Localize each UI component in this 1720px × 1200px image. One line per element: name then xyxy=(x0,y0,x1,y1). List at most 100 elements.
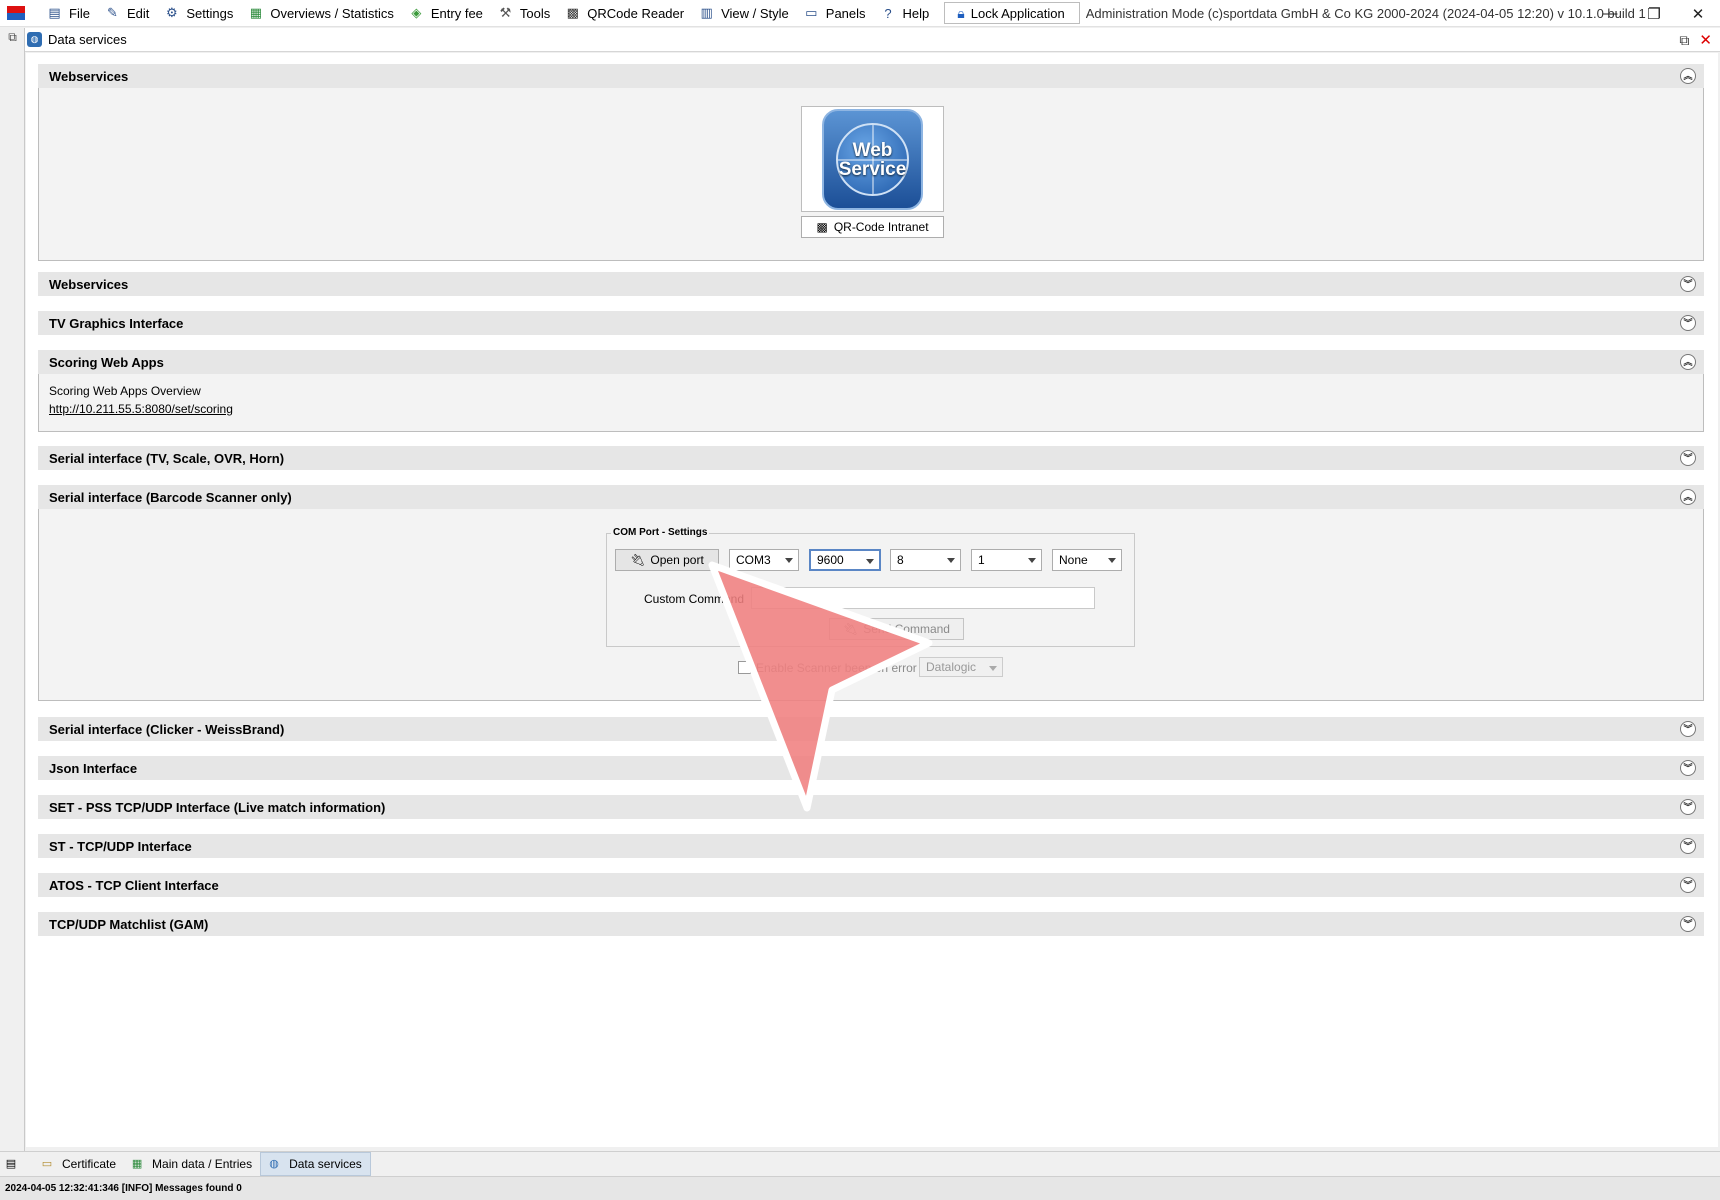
menu-edit[interactable]: ✎ Edit xyxy=(97,0,156,27)
status-bar: 2024-04-05 12:32:41:346 [INFO] Messages … xyxy=(0,1176,1720,1200)
qrcode-icon: ▩ xyxy=(816,220,828,234)
panel-header-serial-clicker[interactable]: Serial interface (Clicker - WeissBrand) … xyxy=(38,717,1704,741)
data-services-icon: ◍ xyxy=(269,1158,279,1170)
qr-code-intranet-button[interactable]: ▩ QR-Code Intranet xyxy=(801,216,944,238)
minimize-icon[interactable]: — xyxy=(1588,0,1632,27)
web-service-logo: Web Service xyxy=(822,109,923,210)
dropdown-arrow-icon xyxy=(1108,558,1116,563)
expand-icon[interactable]: ︾ xyxy=(1680,450,1696,466)
scanner-beep-checkbox[interactable] xyxy=(738,661,751,674)
close-window-icon[interactable]: ✕ xyxy=(1676,0,1720,27)
wrench-icon: ⚒ xyxy=(499,5,512,20)
left-strip: ⧉ ▤ xyxy=(0,28,25,1175)
menu-qrcode-reader[interactable]: ▩ QRCode Reader xyxy=(557,0,691,27)
certificate-icon: ▭ xyxy=(41,1158,53,1170)
close-document-icon[interactable]: ✕ xyxy=(1699,31,1712,49)
dropdown-arrow-icon xyxy=(947,558,955,563)
menu-settings[interactable]: ⚙ Settings xyxy=(156,0,240,27)
panel-header-json[interactable]: Json Interface ︾ xyxy=(38,756,1704,780)
edit-icon: ✎ xyxy=(107,5,118,20)
open-port-button[interactable]: 🔌︎ Open port xyxy=(615,549,719,571)
expand-icon[interactable]: ︾ xyxy=(1680,799,1696,815)
send-command-button[interactable]: 🔌︎ Send Command xyxy=(829,618,964,640)
scoring-overview-label: Scoring Web Apps Overview xyxy=(49,384,201,398)
custom-command-label: Custom Command xyxy=(644,592,745,606)
menu-help[interactable]: ? Help xyxy=(873,0,937,27)
qrcode-icon: ▩ xyxy=(566,5,579,20)
window-controls: — ❐ ✕ xyxy=(1588,0,1720,27)
dropdown-arrow-icon xyxy=(866,559,874,564)
document-title: Data services xyxy=(48,32,127,47)
panel-header-webservices-top[interactable]: Webservices ︽ xyxy=(38,64,1704,88)
app-logo-icon[interactable] xyxy=(7,6,25,20)
expand-icon[interactable]: ︾ xyxy=(1680,877,1696,893)
plug-icon: 🔌︎ xyxy=(843,622,859,636)
status-text: 2024-04-05 12:32:41:346 [INFO] Messages … xyxy=(5,1183,242,1194)
panel-header-tv-graphics[interactable]: TV Graphics Interface ︾ xyxy=(38,311,1704,335)
collapse-icon[interactable]: ︽ xyxy=(1680,489,1696,505)
stop-bits-select[interactable]: 1 xyxy=(971,549,1042,571)
panel-header-atos[interactable]: ATOS - TCP Client Interface ︾ xyxy=(38,873,1704,897)
document-controls: ⧉ ✕ xyxy=(1679,31,1712,50)
collapse-icon[interactable]: ︽ xyxy=(1680,354,1696,370)
document-header: ◍ Data services ⧉ ✕ xyxy=(25,28,1720,52)
dropdown-arrow-icon xyxy=(989,666,997,671)
menu-view-style[interactable]: ▥ View / Style xyxy=(691,0,796,27)
dropdown-arrow-icon xyxy=(785,558,793,563)
panel-header-st-tcp[interactable]: ST - TCP/UDP Interface ︾ xyxy=(38,834,1704,858)
panel-header-gam[interactable]: TCP/UDP Matchlist (GAM) ︾ xyxy=(38,912,1704,936)
data-icon: ▦ xyxy=(131,1158,143,1170)
parity-select[interactable]: None xyxy=(1052,549,1122,571)
panels-icon: ▭ xyxy=(805,5,818,20)
scanner-beep-label: Enable Scanner beep on error xyxy=(756,661,917,675)
help-icon: ? xyxy=(884,5,892,21)
menu-file[interactable]: ▤ File xyxy=(39,0,97,27)
web-service-tile[interactable]: Web Service xyxy=(801,106,944,212)
com-port-settings-group: COM Port - Settings 🔌︎ Open port COM3 96… xyxy=(606,527,1135,647)
expand-icon[interactable]: ︾ xyxy=(1680,276,1696,292)
expand-icon[interactable]: ︾ xyxy=(1680,838,1696,854)
panel-header-webservices[interactable]: Webservices ︾ xyxy=(38,272,1704,296)
tab-main-data[interactable]: ▦ Main data / Entries xyxy=(124,1152,260,1176)
panel-body-webservices-top: Web Service ▩ QR-Code Intranet xyxy=(38,88,1704,261)
panel-header-serial-barcode[interactable]: Serial interface (Barcode Scanner only) … xyxy=(38,485,1704,509)
menu-tools[interactable]: ⚒ Tools xyxy=(490,0,557,27)
dropdown-arrow-icon xyxy=(1028,558,1036,563)
money-icon: ◈ xyxy=(411,5,422,20)
panel-header-serial-tv[interactable]: Serial interface (TV, Scale, OVR, Horn) … xyxy=(38,446,1704,470)
menu-bar: ▤ File ✎ Edit ⚙ Settings ▦ Overviews / S… xyxy=(0,0,1720,27)
expand-icon[interactable]: ︾ xyxy=(1680,721,1696,737)
windows-list-icon[interactable]: ⧉ xyxy=(5,30,20,45)
panel-header-scoring-web-apps[interactable]: Scoring Web Apps ︽ xyxy=(38,350,1704,374)
view-icon: ▥ xyxy=(700,5,713,20)
lock-application-button[interactable]: 🔒︎ Lock Application xyxy=(944,2,1080,24)
menu-overviews[interactable]: ▦ Overviews / Statistics xyxy=(240,0,401,27)
restore-icon[interactable]: ❐ xyxy=(1632,0,1676,27)
bottom-tab-bar: ▤ ▭ Certificate ▦ Main data / Entries ◍ … xyxy=(0,1151,1720,1176)
custom-command-input[interactable] xyxy=(751,587,1095,609)
gear-icon: ⚙ xyxy=(166,5,178,20)
panels-menu-icon[interactable]: ▤ xyxy=(0,1152,34,1176)
statistics-icon: ▦ xyxy=(249,5,262,20)
expand-icon[interactable]: ︾ xyxy=(1680,916,1696,932)
baud-select[interactable]: 9600 xyxy=(809,549,881,571)
panel-body-scoring-web-apps: Scoring Web Apps Overview http://10.211.… xyxy=(38,374,1704,432)
panel-header-set-pss[interactable]: SET - PSS TCP/UDP Interface (Live match … xyxy=(38,795,1704,819)
data-services-content: Webservices ︽ Web Service ▩ QR-Code Intr… xyxy=(26,53,1718,1147)
window-title: Administration Mode (c)sportdata GmbH & … xyxy=(1085,5,1646,21)
lock-icon: 🔒︎ xyxy=(957,4,965,21)
menu-entry-fee[interactable]: ◈ Entry fee xyxy=(401,0,490,27)
tab-data-services[interactable]: ◍ Data services xyxy=(260,1151,371,1176)
data-bits-select[interactable]: 8 xyxy=(890,549,961,571)
file-icon: ▤ xyxy=(48,5,61,20)
menu-panels[interactable]: ▭ Panels xyxy=(796,0,873,27)
scanner-brand-select[interactable]: Datalogic xyxy=(919,657,1003,677)
expand-icon[interactable]: ︾ xyxy=(1680,315,1696,331)
tab-certificate[interactable]: ▭ Certificate xyxy=(34,1152,124,1176)
expand-icon[interactable]: ︾ xyxy=(1680,760,1696,776)
scoring-link[interactable]: http://10.211.55.5:8080/set/scoring xyxy=(49,402,233,416)
collapse-icon[interactable]: ︽ xyxy=(1680,68,1696,84)
plug-icon: 🔌︎ xyxy=(630,553,646,567)
undock-icon[interactable]: ⧉ xyxy=(1679,32,1689,49)
port-select[interactable]: COM3 xyxy=(729,549,799,571)
